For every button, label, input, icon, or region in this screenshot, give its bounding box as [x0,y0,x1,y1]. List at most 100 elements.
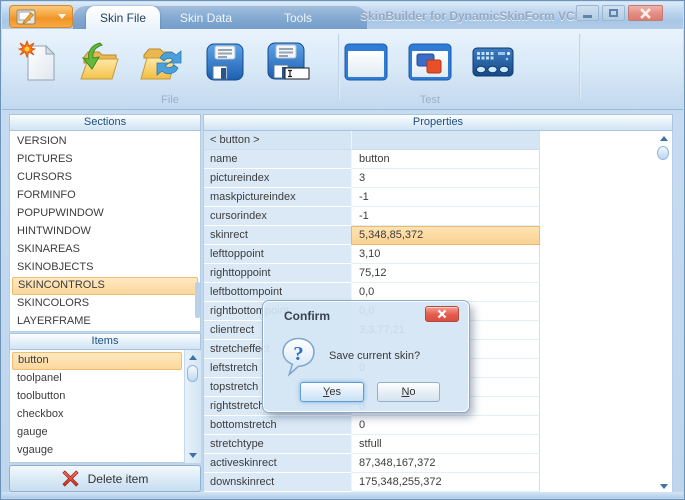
item-list-item[interactable]: checkbox [12,406,182,424]
section-label: SKINCONTROLS [18,279,105,291]
dialog-message: Save current skin? [329,350,421,362]
section-list-item[interactable]: SKINOBJECTS [12,259,198,277]
ribbon: File Test [2,29,683,110]
property-value[interactable]: 5,348,85,372 [351,226,540,245]
property-row[interactable]: leftbottompoint 0,0 [204,283,672,302]
section-list-item[interactable]: HINTWINDOW [12,223,198,241]
reload-skin-button[interactable] [136,37,186,87]
section-list-item[interactable]: SKINCONTROLS [12,277,198,295]
item-label: button [18,354,49,366]
items-panel-header: Items [9,333,201,350]
items-scrollbar-thumb[interactable] [187,365,198,382]
item-list-item[interactable]: radiobox [12,460,182,462]
property-row[interactable]: activeskinrect 87,348,167,372 [204,454,672,473]
property-value[interactable] [351,131,540,150]
property-row[interactable]: stretchtype stfull [204,435,672,454]
tab-tools[interactable]: Tools [252,6,344,30]
property-value[interactable]: 87,348,167,372 [351,454,540,473]
section-list-item[interactable]: SKINCOLORS [12,295,198,313]
property-value[interactable]: 3 [351,169,540,188]
no-button[interactable]: No [377,382,440,402]
property-value[interactable]: -1 [351,207,540,226]
delete-x-icon [62,470,79,487]
tab-skin-data[interactable]: Skin Data [160,6,252,30]
item-label: vgauge [17,444,54,456]
section-label: SKINCOLORS [17,297,90,309]
item-label: toolbutton [17,390,66,402]
items-list[interactable]: button toolpanel toolbutton checkbox gau… [9,350,201,463]
test-window-button[interactable] [341,37,391,87]
dialog-close-button[interactable] [425,306,459,322]
property-value[interactable]: button [351,150,540,169]
item-list-item[interactable]: toolpanel [12,370,182,388]
property-row[interactable]: skinrect 5,348,85,372 [204,226,672,245]
refresh-folder-icon [140,48,182,80]
property-value[interactable]: -1 [351,188,540,207]
section-list-item[interactable]: PICTURES [12,151,198,169]
items-scrollbar[interactable] [184,350,201,463]
property-value[interactable]: 3,10 [351,245,540,264]
property-row[interactable]: maskpictureindex -1 [204,188,672,207]
tab-skin-file[interactable]: Skin File [86,6,160,30]
property-value[interactable]: stfull [351,435,540,454]
dialog-title[interactable]: Confirm [284,309,330,323]
property-row[interactable]: downskinrect 175,348,255,372 [204,473,672,492]
property-label: skinrect [204,226,351,245]
new-document-icon [18,40,56,81]
new-skin-button[interactable] [14,37,64,87]
ribbon-tab-strip: Skin File Skin Data Tools [73,6,367,30]
save-skin-button[interactable] [200,37,250,87]
titlebar[interactable]: Skin File Skin Data Tools SkinBuilder fo… [2,2,683,30]
application-menu-button[interactable] [9,5,73,28]
test-child-controls-button[interactable] [405,37,455,87]
property-row[interactable]: name button [204,150,672,169]
close-button[interactable] [628,5,663,21]
property-row[interactable]: pictureindex 3 [204,169,672,188]
property-row[interactable]: righttoppoint 75,12 [204,264,672,283]
sections-list[interactable]: VERSION PICTURES CURSORS FORMINFO POPUPW… [9,131,201,332]
property-row[interactable]: < button > [204,131,672,150]
open-skin-button[interactable] [74,37,124,87]
test-panel-icon [472,47,514,77]
property-label: righttoppoint [204,264,351,283]
maximize-button[interactable] [602,5,625,21]
section-list-item[interactable]: CURSORS [12,169,198,187]
test-panel-button[interactable] [468,37,518,87]
property-value[interactable]: 0,0 [351,283,540,302]
property-row[interactable]: cursorindex -1 [204,207,672,226]
section-list-item[interactable]: FORMINFO [12,187,198,205]
section-label: CURSORS [17,171,73,183]
delete-item-button[interactable]: Delete item [9,465,201,492]
section-list-item[interactable]: VERSION [12,133,198,151]
section-list-item[interactable]: SKINAREAS [12,241,198,259]
property-value[interactable]: 75,12 [351,264,540,283]
ribbon-group-separator [338,34,340,99]
property-label: leftbottompoint [204,283,351,302]
item-list-item[interactable]: vgauge [12,442,182,460]
scroll-down-icon[interactable] [185,449,201,462]
yes-button[interactable]: Yes [300,382,364,402]
section-list-item[interactable]: POPUPWINDOW [12,205,198,223]
sections-scrollbar-thumb[interactable] [195,282,200,318]
app-menu-caret-icon [58,14,66,19]
close-icon [640,7,651,19]
save-floppy-icon [206,43,244,81]
property-value[interactable]: 175,348,255,372 [351,473,540,492]
minimize-button[interactable] [576,5,599,21]
item-list-item[interactable]: button [12,352,182,370]
property-label: bottomstretch [204,416,351,435]
save-skin-as-button[interactable] [263,37,313,87]
item-list-item[interactable]: gauge [12,424,182,442]
item-label: gauge [17,426,48,438]
section-list-item[interactable]: LAYERFRAME [12,313,198,331]
item-list-item[interactable]: toolbutton [12,388,182,406]
scroll-up-icon[interactable] [656,132,671,145]
property-label: activeskinrect [204,454,351,473]
properties-scrollbar[interactable] [656,132,671,493]
properties-scrollbar-thumb[interactable] [657,146,669,160]
scroll-up-icon[interactable] [185,351,201,364]
svg-text:?: ? [293,343,303,365]
property-row[interactable]: lefttoppoint 3,10 [204,245,672,264]
property-value[interactable]: 0 [351,416,540,435]
property-row[interactable]: bottomstretch 0 [204,416,672,435]
